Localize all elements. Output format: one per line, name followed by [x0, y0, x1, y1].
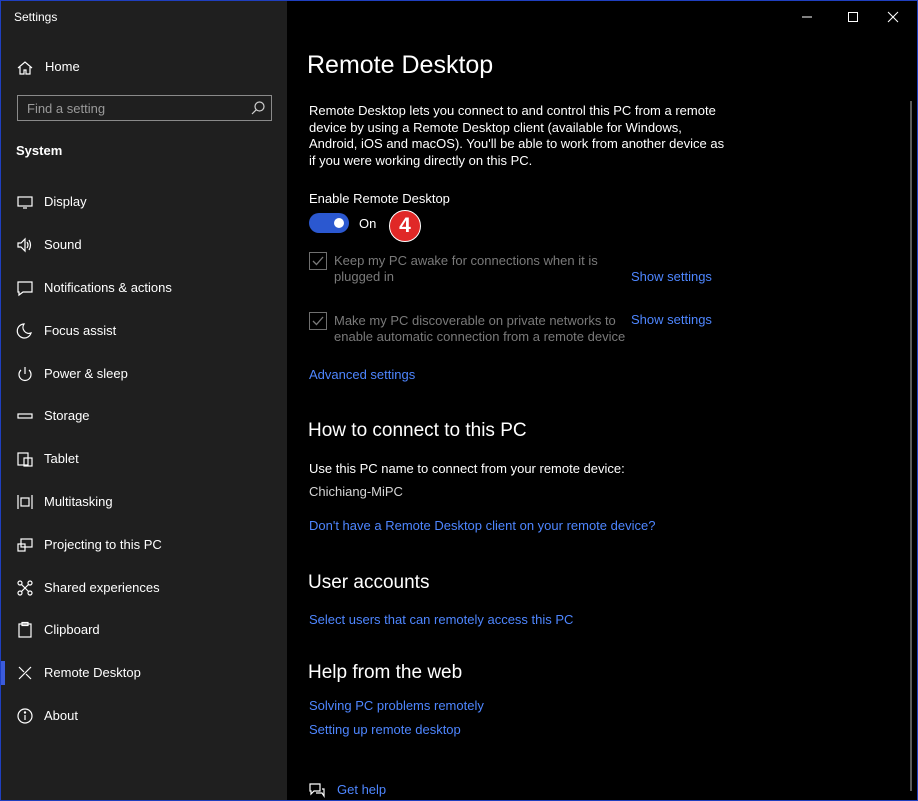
window-title: Settings [14, 10, 58, 24]
sidebar-item-about[interactable]: About [1, 698, 287, 734]
help-link-setting-up[interactable]: Setting up remote desktop [309, 722, 461, 737]
sidebar-item-display[interactable]: Display [1, 184, 287, 220]
search-icon[interactable] [250, 100, 266, 116]
keep-awake-show-settings-link[interactable]: Show settings [631, 269, 712, 284]
sidebar-item-label: Clipboard [44, 622, 100, 637]
search-placeholder: Find a setting [27, 101, 106, 116]
sidebar: Settings Home Find a setting System Disp… [1, 1, 287, 800]
accounts-heading: User accounts [308, 572, 430, 593]
projecting-icon [16, 536, 34, 554]
client-link[interactable]: Don't have a Remote Desktop client on yo… [309, 518, 655, 533]
sidebar-item-focus-assist[interactable]: Focus assist [1, 313, 287, 349]
sidebar-item-label: Focus assist [44, 323, 117, 338]
sidebar-item-label: Multitasking [44, 494, 113, 509]
select-users-link[interactable]: Select users that can remotely access th… [309, 612, 573, 627]
maximize-icon [848, 12, 858, 22]
sidebar-item-power-sleep[interactable]: Power & sleep [1, 356, 287, 392]
enable-label: Enable Remote Desktop [309, 191, 450, 206]
sidebar-item-storage[interactable]: Storage [1, 398, 287, 434]
minimize-icon [802, 16, 812, 18]
tablet-icon [16, 450, 34, 468]
sidebar-item-tablet[interactable]: Tablet [1, 441, 287, 477]
moon-icon [16, 322, 34, 340]
get-help-link[interactable]: Get help [337, 782, 386, 797]
description-line-2: device by using a Remote Desktop client … [309, 120, 682, 135]
chat-help-icon [308, 781, 326, 799]
notifications-icon [16, 279, 34, 297]
discoverable-label-2: enable automatic connection from a remot… [334, 329, 626, 344]
remote-desktop-icon [16, 664, 34, 682]
sidebar-item-clipboard[interactable]: Clipboard [1, 612, 287, 648]
sidebar-item-notifications[interactable]: Notifications & actions [1, 270, 287, 306]
scrollbar[interactable] [910, 101, 912, 791]
storage-icon [16, 407, 34, 425]
sidebar-item-label: Power & sleep [44, 366, 128, 381]
page-title: Remote Desktop [307, 51, 494, 79]
keep-awake-checkbox[interactable] [309, 252, 327, 270]
help-link-solving[interactable]: Solving PC problems remotely [309, 698, 484, 713]
sidebar-item-projecting[interactable]: Projecting to this PC [1, 527, 287, 563]
discoverable-show-settings-link[interactable]: Show settings [631, 312, 712, 327]
description-line-1: Remote Desktop lets you connect to and c… [309, 103, 716, 118]
info-icon [16, 707, 34, 725]
home-icon [16, 59, 34, 77]
keep-awake-label-2: plugged in [334, 269, 394, 284]
sidebar-item-label: Storage [44, 408, 90, 423]
section-title: System [16, 143, 63, 158]
sidebar-item-label: Display [44, 194, 87, 209]
power-icon [16, 365, 34, 383]
sidebar-item-label: Remote Desktop [44, 665, 141, 680]
discoverable-label-1: Make my PC discoverable on private netwo… [334, 313, 616, 328]
toggle-state: On [359, 216, 377, 231]
close-button[interactable] [870, 1, 916, 33]
sidebar-item-multitasking[interactable]: Multitasking [1, 484, 287, 520]
multitasking-icon [16, 493, 34, 511]
display-icon [16, 193, 34, 211]
step-badge: 4 [389, 210, 421, 242]
sidebar-item-label: Shared experiences [44, 580, 160, 595]
sound-icon [16, 236, 34, 254]
toggle-knob [334, 218, 344, 228]
minimize-button[interactable] [784, 1, 830, 33]
home-nav-item[interactable]: Home [1, 53, 287, 81]
sidebar-item-label: Tablet [44, 451, 79, 466]
enable-remote-desktop-toggle[interactable] [309, 213, 349, 233]
sidebar-item-remote-desktop[interactable]: Remote Desktop [1, 655, 287, 691]
description-line-4: if you were working directly on this PC. [309, 153, 533, 168]
pc-name: Chichiang-MiPC [309, 484, 403, 499]
checkmark-icon [312, 316, 324, 326]
clipboard-icon [16, 621, 34, 639]
settings-window: Settings Home Find a setting System Disp… [0, 0, 918, 801]
sidebar-item-label: Projecting to this PC [44, 537, 162, 552]
discoverable-checkbox[interactable] [309, 312, 327, 330]
search-input[interactable]: Find a setting [17, 95, 272, 121]
help-heading: Help from the web [308, 662, 463, 683]
advanced-settings-link[interactable]: Advanced settings [309, 367, 415, 382]
close-icon [887, 11, 899, 23]
sidebar-item-sound[interactable]: Sound [1, 227, 287, 263]
sidebar-item-shared-experiences[interactable]: Shared experiences [1, 570, 287, 606]
keep-awake-label-1: Keep my PC awake for connections when it… [334, 253, 598, 268]
sidebar-item-label: Notifications & actions [44, 280, 172, 295]
connect-heading: How to connect to this PC [308, 420, 527, 441]
shared-icon [16, 579, 34, 597]
sidebar-item-label: Sound [44, 237, 82, 252]
home-label: Home [45, 59, 80, 74]
sidebar-item-label: About [44, 708, 78, 723]
connect-text: Use this PC name to connect from your re… [309, 461, 625, 476]
checkmark-icon [312, 256, 324, 266]
description-line-3: Android, iOS and macOS). You'll be able … [309, 136, 725, 151]
